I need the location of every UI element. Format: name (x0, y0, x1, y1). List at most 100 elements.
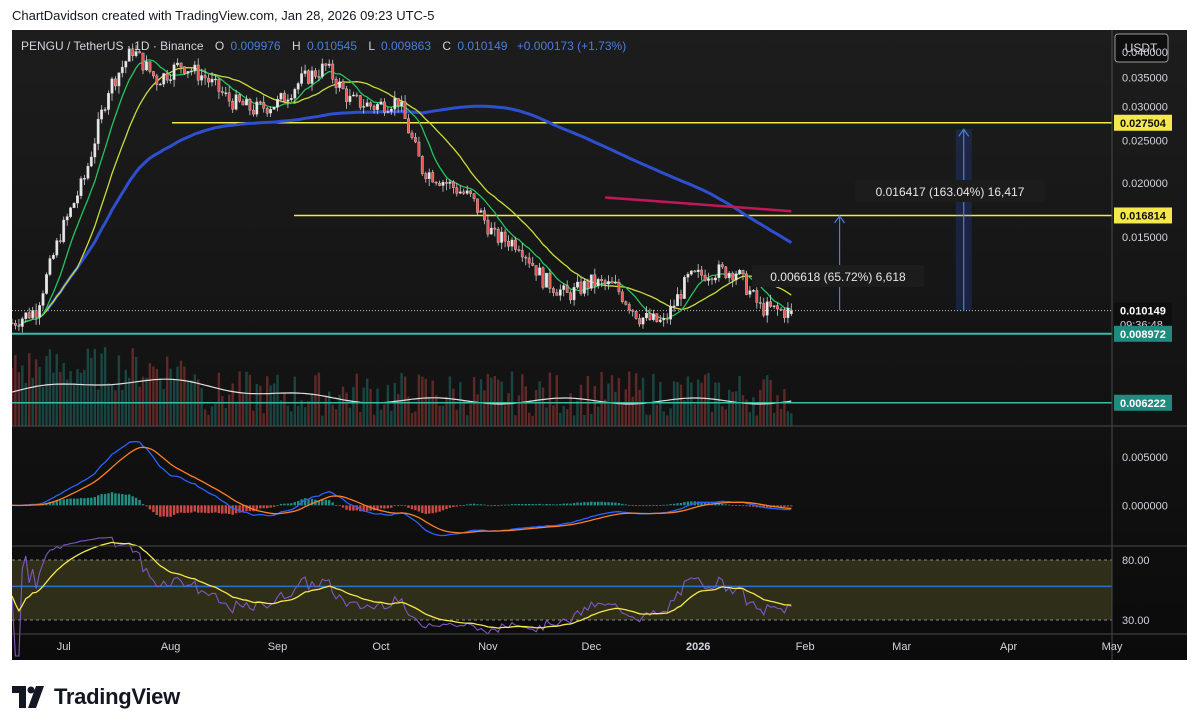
candle (748, 290, 752, 295)
macd-histogram-bar (414, 505, 417, 511)
macd-histogram-bar (279, 503, 283, 506)
volume-bar (483, 390, 486, 426)
candle (269, 109, 272, 114)
volume-bar (614, 391, 617, 426)
volume-bar (410, 413, 414, 426)
candle (531, 262, 535, 266)
price-chart[interactable]: 0.016417 (163.04%) 16,417 0.006618 (65.72… (12, 30, 1187, 660)
candle (765, 301, 769, 316)
volume-bar (600, 371, 603, 426)
candle (489, 227, 493, 235)
volume-bar (566, 409, 569, 426)
candle (176, 62, 179, 66)
candle (393, 97, 397, 110)
candle (562, 285, 566, 290)
volume-bar (434, 395, 438, 426)
macd-histogram-bar (734, 505, 738, 506)
volume-bar (72, 383, 76, 426)
candle (583, 280, 586, 294)
time-tick-label: May (1102, 641, 1123, 653)
candle (652, 313, 655, 320)
volume-bar (52, 372, 55, 426)
candle (424, 173, 428, 179)
macd-histogram-bar (666, 504, 669, 506)
candle (507, 240, 510, 247)
candle (234, 94, 238, 110)
volume-bar (286, 405, 290, 426)
candle (493, 227, 497, 230)
volume-bar (103, 347, 107, 426)
candle (714, 277, 717, 281)
volume-bar (321, 415, 324, 426)
candle (93, 143, 97, 158)
volume-bar (731, 391, 734, 426)
candle (772, 305, 776, 307)
volume-bar (583, 415, 586, 426)
candle (145, 61, 148, 71)
candle (96, 118, 100, 144)
candle (262, 101, 266, 109)
candle (124, 61, 128, 68)
candle (224, 92, 228, 94)
macd-histogram-bar (121, 494, 124, 506)
volume-bar (110, 385, 114, 426)
candle (403, 101, 407, 120)
candle (348, 95, 352, 102)
candle (514, 239, 517, 250)
volume-bar (610, 375, 614, 426)
candle (289, 97, 293, 100)
candle (189, 70, 193, 73)
legend-high-label: H (292, 39, 301, 53)
volume-bar (217, 372, 221, 426)
tradingview-logo[interactable]: TradingView (12, 684, 180, 710)
volume-bar (290, 411, 293, 426)
volume-bar (393, 382, 396, 426)
candle (734, 273, 738, 281)
macd-histogram-bar (686, 501, 690, 506)
macd-histogram-bar (214, 505, 217, 513)
candle (565, 285, 569, 293)
macd-histogram-bar (455, 505, 458, 507)
volume-bar (248, 374, 252, 426)
candle (48, 258, 52, 275)
volume-bar (117, 355, 121, 426)
macd-histogram-bar (659, 505, 662, 506)
volume-bar (131, 348, 134, 426)
volume-bar (83, 369, 86, 426)
candle (241, 100, 245, 106)
macd-histogram-bar (724, 504, 727, 506)
macd-histogram-bar (162, 505, 165, 517)
macd-histogram-bar (648, 505, 652, 507)
volume-bar (676, 382, 679, 426)
macd-histogram-bar (610, 502, 614, 506)
volume-bar (76, 369, 79, 426)
candle (576, 281, 579, 288)
volume-bar (607, 383, 610, 426)
candle (255, 101, 259, 115)
candle (462, 191, 466, 194)
volume-bar (752, 397, 755, 426)
macd-histogram-bar (434, 505, 438, 513)
volume-bar (755, 415, 758, 426)
volume-bar (166, 356, 169, 426)
time-tick-label: Nov (478, 641, 498, 653)
rsi-tick-label: 30.00 (1122, 615, 1150, 627)
candle (62, 219, 66, 242)
macd-histogram-bar (69, 498, 72, 506)
candle (665, 318, 669, 320)
candle (545, 272, 548, 288)
candle (307, 70, 310, 84)
macd-histogram-bar (79, 498, 83, 506)
candle (276, 98, 279, 108)
macd-histogram-bar (728, 504, 731, 506)
candle (579, 281, 583, 294)
candle (707, 278, 710, 281)
chart-frame[interactable]: 0.016417 (163.04%) 16,417 0.006618 (65.72… (12, 30, 1187, 660)
candle (31, 310, 35, 319)
macd-histogram-bar (445, 505, 448, 510)
candle (203, 75, 207, 79)
volume-bar (210, 406, 214, 426)
candle (207, 77, 210, 83)
candle (634, 311, 638, 319)
macd-histogram-bar (376, 505, 379, 510)
